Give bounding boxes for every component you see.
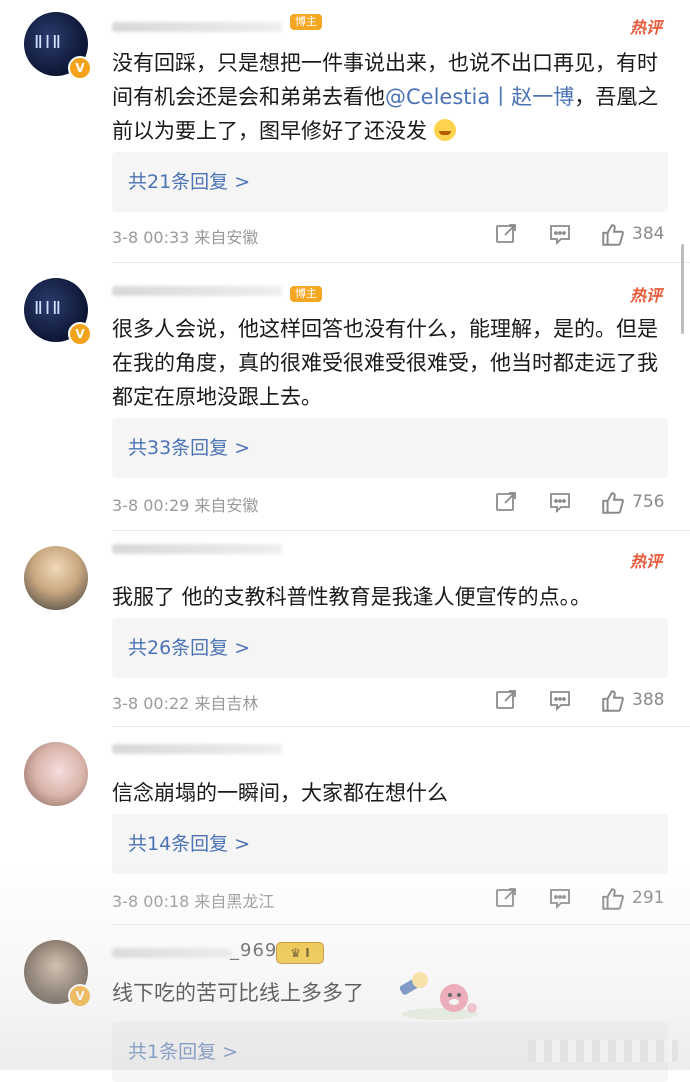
comment-meta: 3-8 00:33 来自安徽 <box>112 228 259 247</box>
comment-actions: 291 <box>494 886 670 914</box>
replies-link[interactable]: 共26条回复 > <box>112 618 668 678</box>
comment-text: 很多人会说，他这样回答也没有什么，能理解，是的。但是在我的角度，真的很难受很难受… <box>112 317 658 409</box>
hot-comment-badge: 热评 <box>629 18 662 37</box>
comment-text: 线下吃的苦可比线上多多了 <box>112 981 364 1005</box>
comment-text: 没有回踩，只是想把一件事说出来，也说不出口再见，有时间有机会还是会和弟弟去看他@… <box>112 51 659 143</box>
comment-actions: 756 <box>494 490 670 518</box>
replies-link[interactable]: 共33条回复 > <box>112 418 668 478</box>
share-icon[interactable] <box>494 688 518 712</box>
user-mention-link[interactable]: @Celestia丨赵一博 <box>385 85 574 109</box>
thumbs-up-icon[interactable] <box>600 688 626 714</box>
comment-icon[interactable] <box>548 886 572 910</box>
replies-link[interactable]: 共21条回复 > <box>112 152 668 212</box>
like-count: 388 <box>632 690 665 710</box>
verified-badge-icon: V <box>68 322 92 346</box>
divider <box>112 262 690 263</box>
author-tag: 博主 <box>290 14 322 30</box>
divider <box>112 924 690 925</box>
scrollbar[interactable] <box>681 244 684 334</box>
hot-comment-badge: 热评 <box>629 286 662 305</box>
comment-icon[interactable] <box>548 490 572 514</box>
comment-actions: 384 <box>494 222 670 250</box>
watermark <box>528 1040 678 1062</box>
thumbs-up-icon[interactable] <box>600 886 626 912</box>
username-blurred <box>112 744 282 754</box>
comment-text: 信念崩塌的一瞬间，大家都在想什么 <box>112 781 448 805</box>
comment-meta: 3-8 00:29 来自安徽 <box>112 496 259 515</box>
thumbs-up-icon[interactable] <box>600 222 626 248</box>
like-count: 756 <box>632 492 665 512</box>
comment-icon[interactable] <box>548 222 572 246</box>
comment-meta: 3-8 00:22 来自吉林 <box>112 694 259 713</box>
avatar[interactable] <box>24 742 88 806</box>
verified-badge-icon: V <box>68 984 92 1008</box>
comment-icon[interactable] <box>548 688 572 712</box>
crown-icon: ♛ <box>290 946 302 960</box>
username-blurred <box>112 22 282 32</box>
crying-emoji-icon <box>433 119 456 141</box>
avatar-graphic: ⅡⅠⅡ <box>34 298 64 319</box>
username-blurred <box>112 948 232 958</box>
like-count: 291 <box>632 888 665 908</box>
level-badge: ♛ I <box>276 942 324 964</box>
like-count: 384 <box>632 224 665 244</box>
sticker-image <box>399 972 478 1020</box>
author-tag: 博主 <box>290 286 322 302</box>
verified-badge-icon: V <box>68 56 92 80</box>
comment-actions: 388 <box>494 688 670 716</box>
divider <box>112 726 690 727</box>
avatar[interactable] <box>24 546 88 610</box>
share-icon[interactable] <box>494 222 518 246</box>
avatar-graphic: ⅡⅠⅡ <box>34 32 64 53</box>
comment-text: 我服了 他的支教科普性教育是我逢人便宣传的点。。 <box>112 585 592 609</box>
username-blurred <box>112 544 282 554</box>
username-blurred <box>112 286 282 296</box>
share-icon[interactable] <box>494 886 518 910</box>
divider <box>112 530 690 531</box>
share-icon[interactable] <box>494 490 518 514</box>
comment-meta: 3-8 00:18 来自黑龙江 <box>112 892 275 911</box>
thumbs-up-icon[interactable] <box>600 490 626 516</box>
hot-comment-badge: 热评 <box>629 552 662 571</box>
replies-link[interactable]: 共14条回复 > <box>112 814 668 874</box>
